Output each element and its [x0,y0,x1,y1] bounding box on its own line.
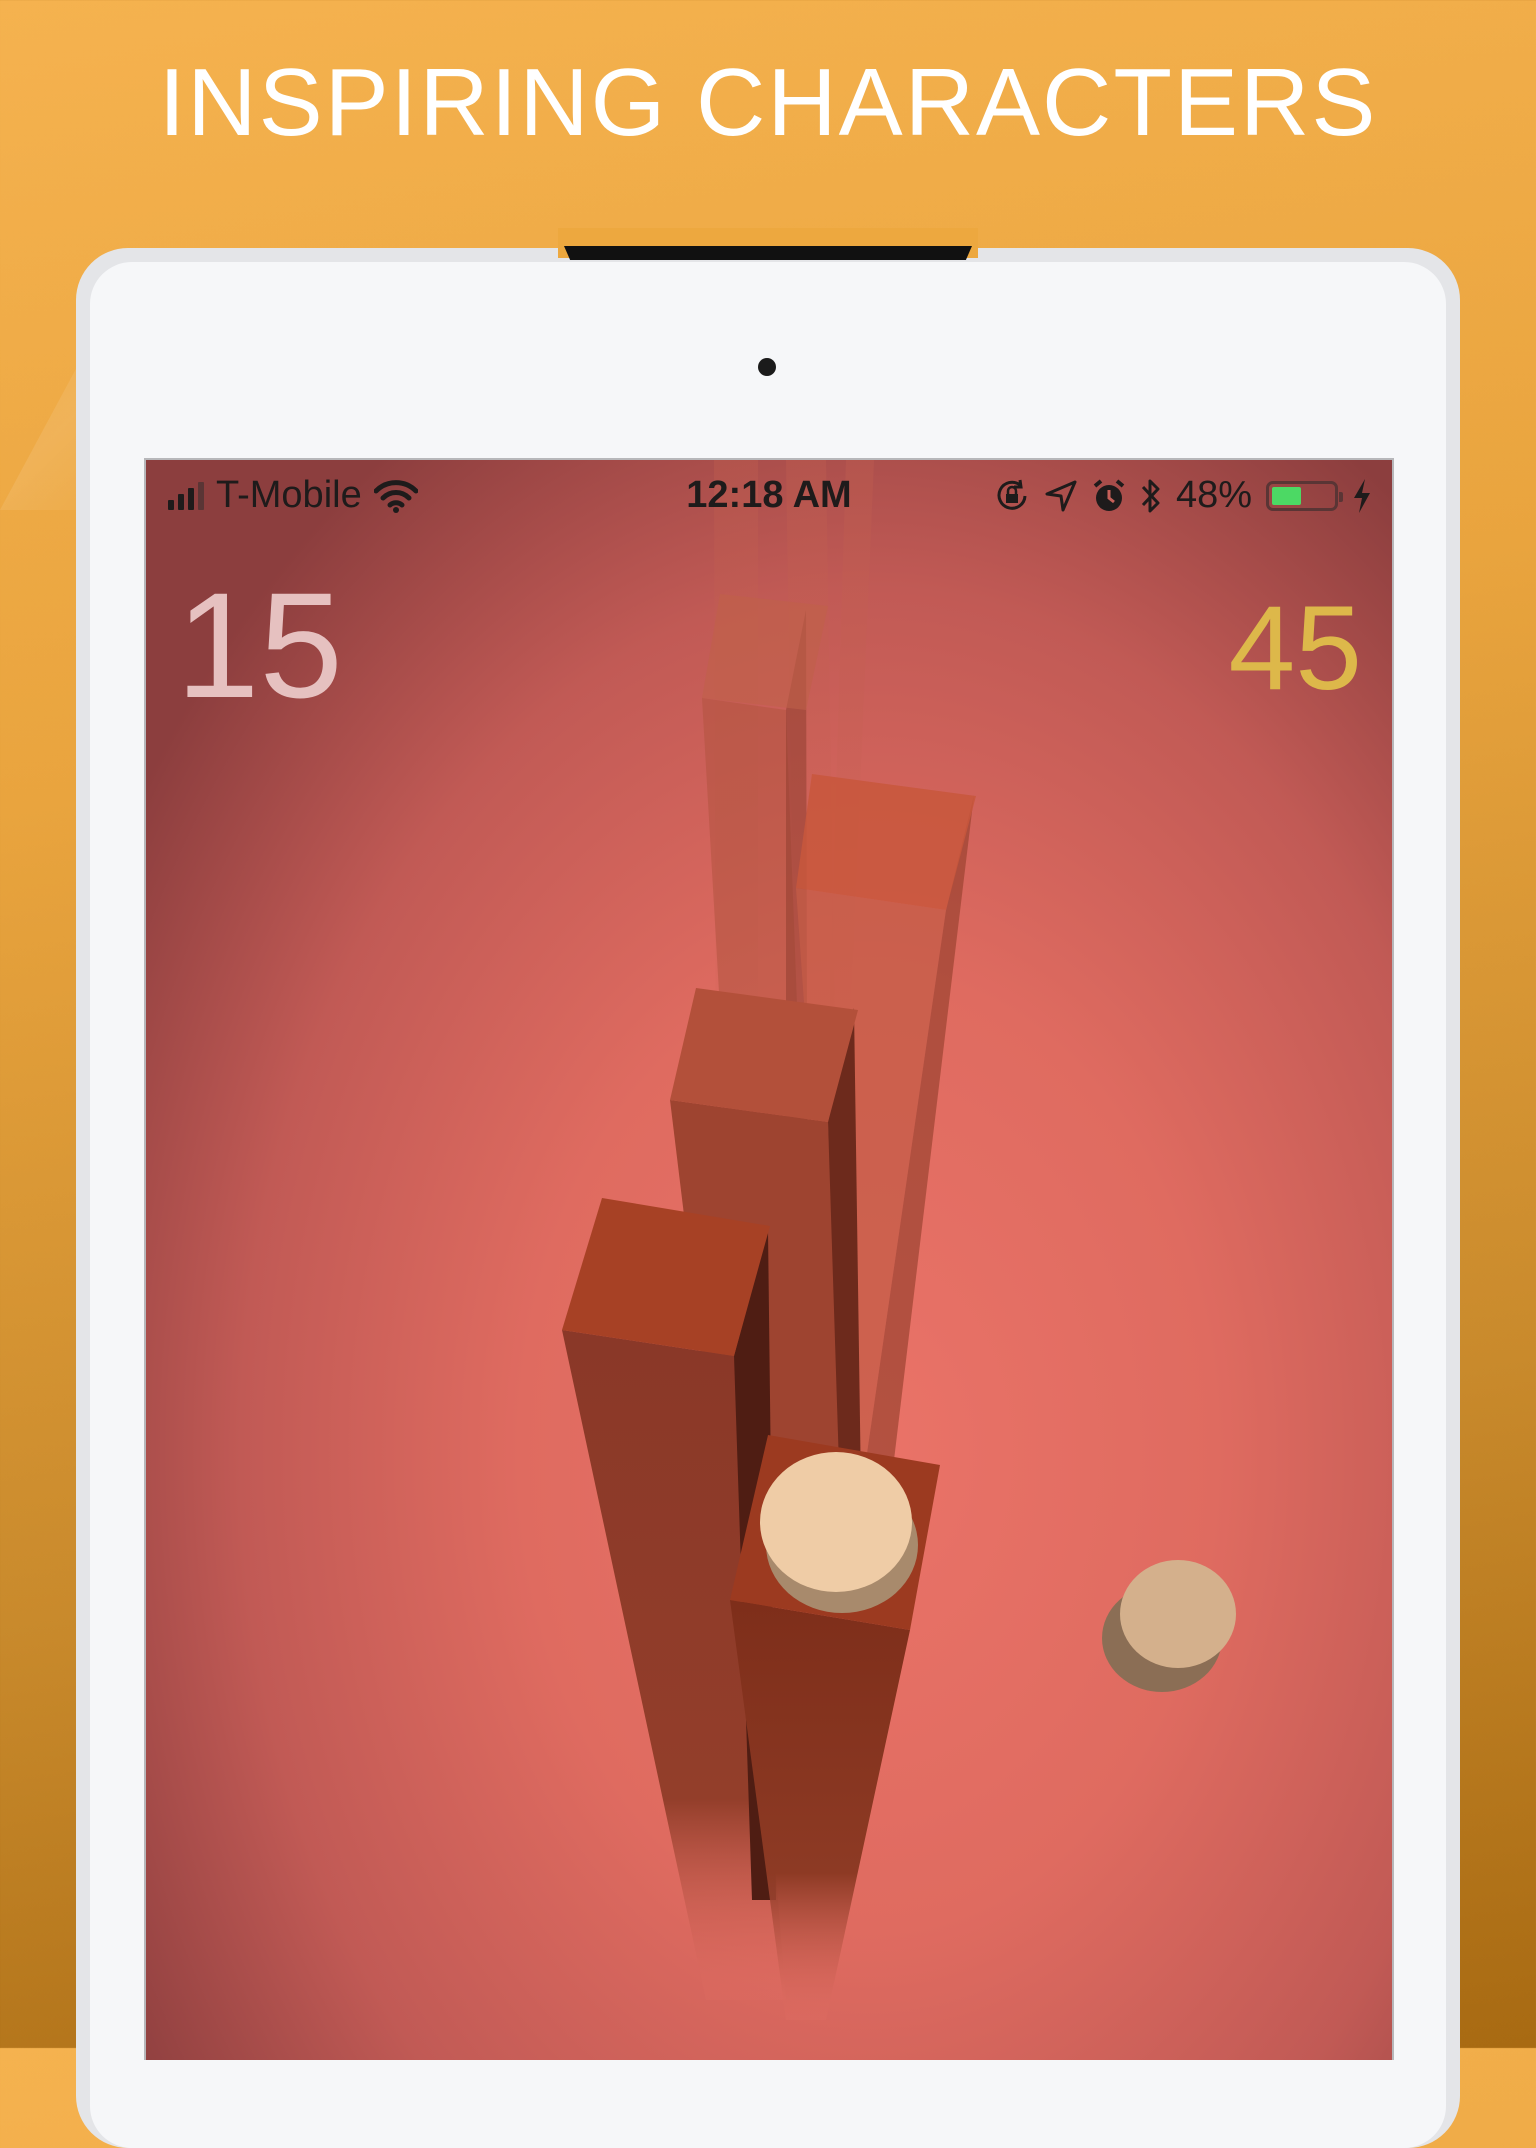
score-counter: 15 [176,561,343,729]
location-icon [1045,480,1077,511]
rotation-lock-icon [997,479,1027,510]
top-button [564,246,972,260]
bluetooth-icon [1141,479,1160,512]
status-bar: T-Mobile 12:18 AM 48% [146,460,1392,528]
charging-icon [1354,478,1370,513]
battery-icon [1266,480,1343,511]
game-screen[interactable]: T-Mobile 12:18 AM 48% 15 45 [144,458,1394,2060]
front-camera [758,358,776,376]
alarm-icon [1093,478,1125,511]
headline: INSPIRING CHARACTERS [158,49,1378,156]
coin-counter: 45 [1228,581,1362,715]
floating-character[interactable] [1102,1560,1236,1692]
battery-percent: 48% [1175,474,1252,516]
